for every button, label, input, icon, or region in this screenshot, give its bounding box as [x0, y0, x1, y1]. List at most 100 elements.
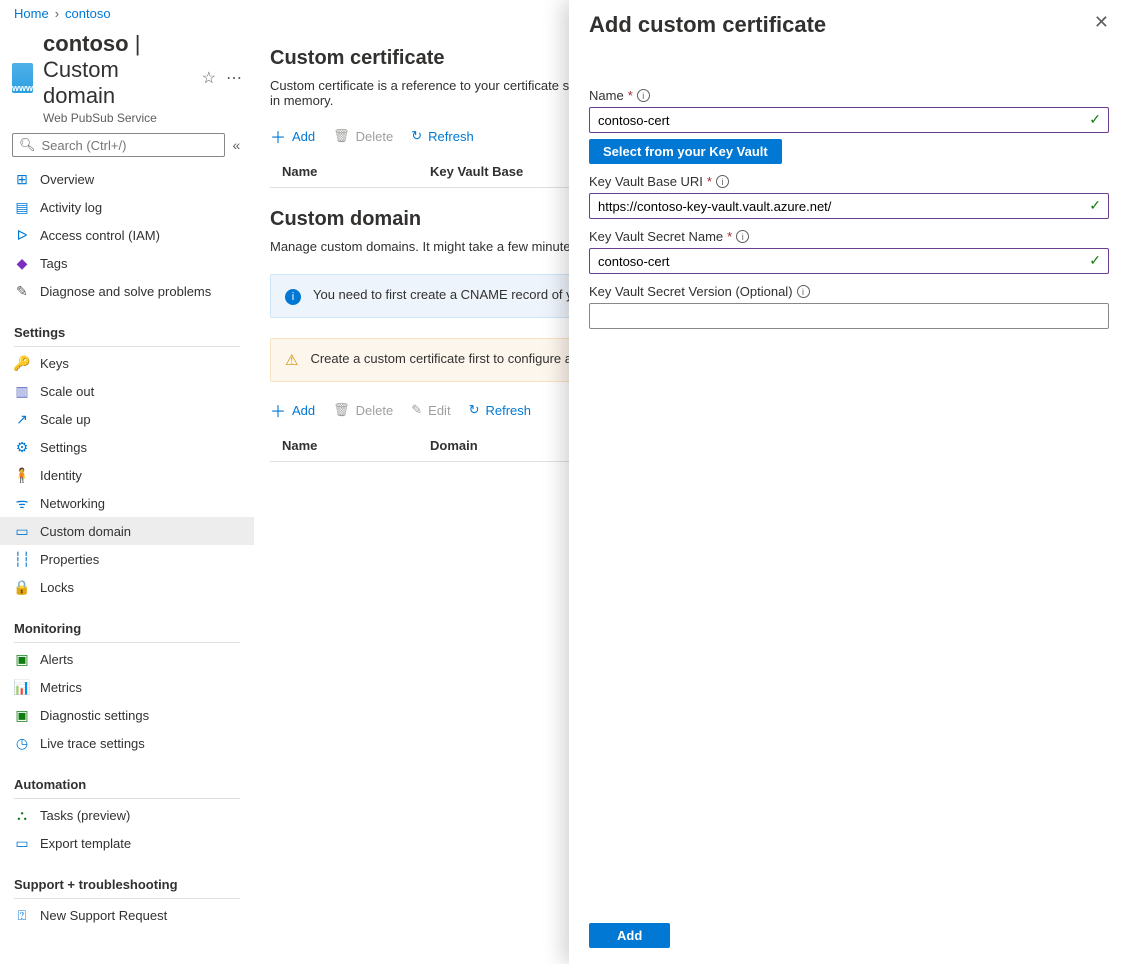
info-icon[interactable]: i	[637, 89, 650, 102]
col-domain: Domain	[430, 438, 478, 453]
sidebar-item-label: Tasks (preview)	[40, 808, 130, 823]
sidebar-item-label: Access control (IAM)	[40, 228, 160, 243]
sidebar-item-scale-up[interactable]: ↗Scale up	[0, 405, 254, 433]
domain-add-button[interactable]: ＋Add	[270, 398, 315, 422]
sidebar-item-label: Overview	[40, 172, 94, 187]
col-kv-base: Key Vault Base	[430, 164, 523, 179]
sidebar-item-locks[interactable]: 🔒 Locks	[0, 573, 254, 601]
sidebar-item-networking[interactable]: ᯤ Networking	[0, 489, 254, 517]
sidebar-item-label: Tags	[40, 256, 67, 271]
sidebar-item-label: Alerts	[40, 652, 73, 667]
breadcrumb-home[interactable]: Home	[14, 6, 49, 21]
cert-refresh-button[interactable]: ↻Refresh	[411, 128, 473, 144]
nav-icon: 🔑	[14, 355, 30, 371]
nav-icon: ◷	[14, 735, 30, 751]
nav-icon: ᯤ	[14, 495, 30, 511]
section-header: Support + troubleshooting	[0, 867, 254, 896]
nav-icon: 🧍	[14, 467, 30, 483]
sidebar-item-label: Settings	[40, 440, 87, 455]
sidebar-item-identity[interactable]: 🧍 Identity	[0, 461, 254, 489]
sidebar-item-label: Export template	[40, 836, 131, 851]
nav-icon: ᐅ	[14, 227, 30, 243]
section-header: Automation	[0, 767, 254, 796]
sidebar-item-settings[interactable]: ⚙ Settings	[0, 433, 254, 461]
nav-icon: ▭	[14, 523, 30, 539]
sidebar-item-diagnostic-settings[interactable]: ▣ Diagnostic settings	[0, 701, 254, 729]
name-input[interactable]	[589, 107, 1109, 133]
col-name: Name	[270, 164, 430, 179]
sidebar-item-export-template[interactable]: ▭Export template	[0, 829, 254, 857]
secret-name-label: Key Vault Secret Name*i	[589, 229, 1109, 244]
sidebar-item-access-control-iam-[interactable]: ᐅ Access control (IAM)	[0, 221, 254, 249]
sidebar-item-properties[interactable]: ┆┆ Properties	[0, 545, 254, 573]
trash-icon: 🗑	[333, 402, 350, 418]
search-box[interactable]: 🔍︎	[12, 133, 225, 157]
nav-icon: ⚙	[14, 439, 30, 455]
sidebar-item-label: Metrics	[40, 680, 82, 695]
service-subtitle: Web PubSub Service	[43, 111, 186, 125]
nav-icon: ◆	[14, 255, 30, 271]
sidebar-item-tags[interactable]: ◆ Tags	[0, 249, 254, 277]
sidebar-item-tasks-preview-[interactable]: ⛬ Tasks (preview)	[0, 801, 254, 829]
base-uri-label: Key Vault Base URI*i	[589, 174, 1109, 189]
nav-icon: ▥	[14, 383, 30, 399]
sidebar-item-label: Locks	[40, 580, 74, 595]
pencil-icon: ✎	[411, 402, 422, 418]
domain-refresh-button[interactable]: ↻Refresh	[469, 402, 531, 418]
panel-add-button[interactable]: Add	[589, 923, 670, 948]
domain-delete-button: 🗑Delete	[333, 402, 393, 418]
plus-icon: ＋	[270, 398, 286, 422]
secret-name-input[interactable]	[589, 248, 1109, 274]
sidebar-item-alerts[interactable]: ▣Alerts	[0, 645, 254, 673]
sidebar-item-label: Scale out	[40, 384, 94, 399]
sidebar-item-label: Custom domain	[40, 524, 131, 539]
more-icon[interactable]: ⋯	[226, 68, 242, 88]
sidebar-item-live-trace-settings[interactable]: ◷ Live trace settings	[0, 729, 254, 757]
search-input[interactable]	[42, 138, 218, 153]
panel-title: Add custom certificate	[589, 12, 826, 38]
sidebar-item-activity-log[interactable]: ▤Activity log	[0, 193, 254, 221]
nav-icon: ⍰	[14, 907, 30, 923]
collapse-sidebar-icon[interactable]: «	[233, 137, 241, 153]
breadcrumb-resource[interactable]: contoso	[65, 6, 111, 21]
sidebar-item-metrics[interactable]: 📊 Metrics	[0, 673, 254, 701]
sidebar-item-scale-out[interactable]: ▥ Scale out	[0, 377, 254, 405]
cert-delete-button: 🗑Delete	[333, 128, 393, 144]
service-icon: www	[12, 63, 33, 93]
sidebar-item-label: Networking	[40, 496, 105, 511]
info-icon[interactable]: i	[797, 285, 810, 298]
secret-version-input[interactable]	[589, 303, 1109, 329]
nav-icon: ✎	[14, 283, 30, 299]
cert-add-button[interactable]: ＋Add	[270, 124, 315, 148]
info-icon[interactable]: i	[716, 175, 729, 188]
nav-icon: ▤	[14, 199, 30, 215]
secret-version-label: Key Vault Secret Version (Optional)i	[589, 284, 1109, 299]
page-title: contoso | Custom domain	[43, 31, 186, 109]
base-uri-input[interactable]	[589, 193, 1109, 219]
favorite-icon[interactable]: ☆	[202, 68, 216, 88]
nav-icon: ⊞	[14, 171, 30, 187]
warning-icon: ⚠	[285, 351, 298, 369]
sidebar-item-label: Identity	[40, 468, 82, 483]
sidebar-item-custom-domain[interactable]: ▭ Custom domain	[0, 517, 254, 545]
nav-icon: 🔒	[14, 579, 30, 595]
nav-icon: ↗	[14, 411, 30, 427]
sidebar-item-label: Properties	[40, 552, 99, 567]
nav-icon: ⛬	[14, 807, 30, 823]
sidebar-item-keys[interactable]: 🔑Keys	[0, 349, 254, 377]
sidebar-item-overview[interactable]: ⊞ Overview	[0, 165, 254, 193]
sidebar-item-label: Diagnostic settings	[40, 708, 149, 723]
sidebar: www contoso | Custom domain Web PubSub S…	[0, 27, 254, 964]
nav-icon: 📊	[14, 679, 30, 695]
domain-edit-button: ✎Edit	[411, 402, 450, 418]
close-icon[interactable]: ✕	[1094, 12, 1109, 33]
select-from-keyvault-button[interactable]: Select from your Key Vault	[589, 139, 782, 164]
sidebar-item-label: Live trace settings	[40, 736, 145, 751]
sidebar-item-diagnose-and-solve-problems[interactable]: ✎Diagnose and solve problems	[0, 277, 254, 305]
info-icon[interactable]: i	[736, 230, 749, 243]
info-icon: i	[285, 289, 301, 305]
nav-icon: ▣	[14, 707, 30, 723]
nav-icon: ┆┆	[14, 551, 30, 567]
sidebar-item-new-support-request[interactable]: ⍰New Support Request	[0, 901, 254, 929]
refresh-icon: ↻	[411, 128, 422, 144]
